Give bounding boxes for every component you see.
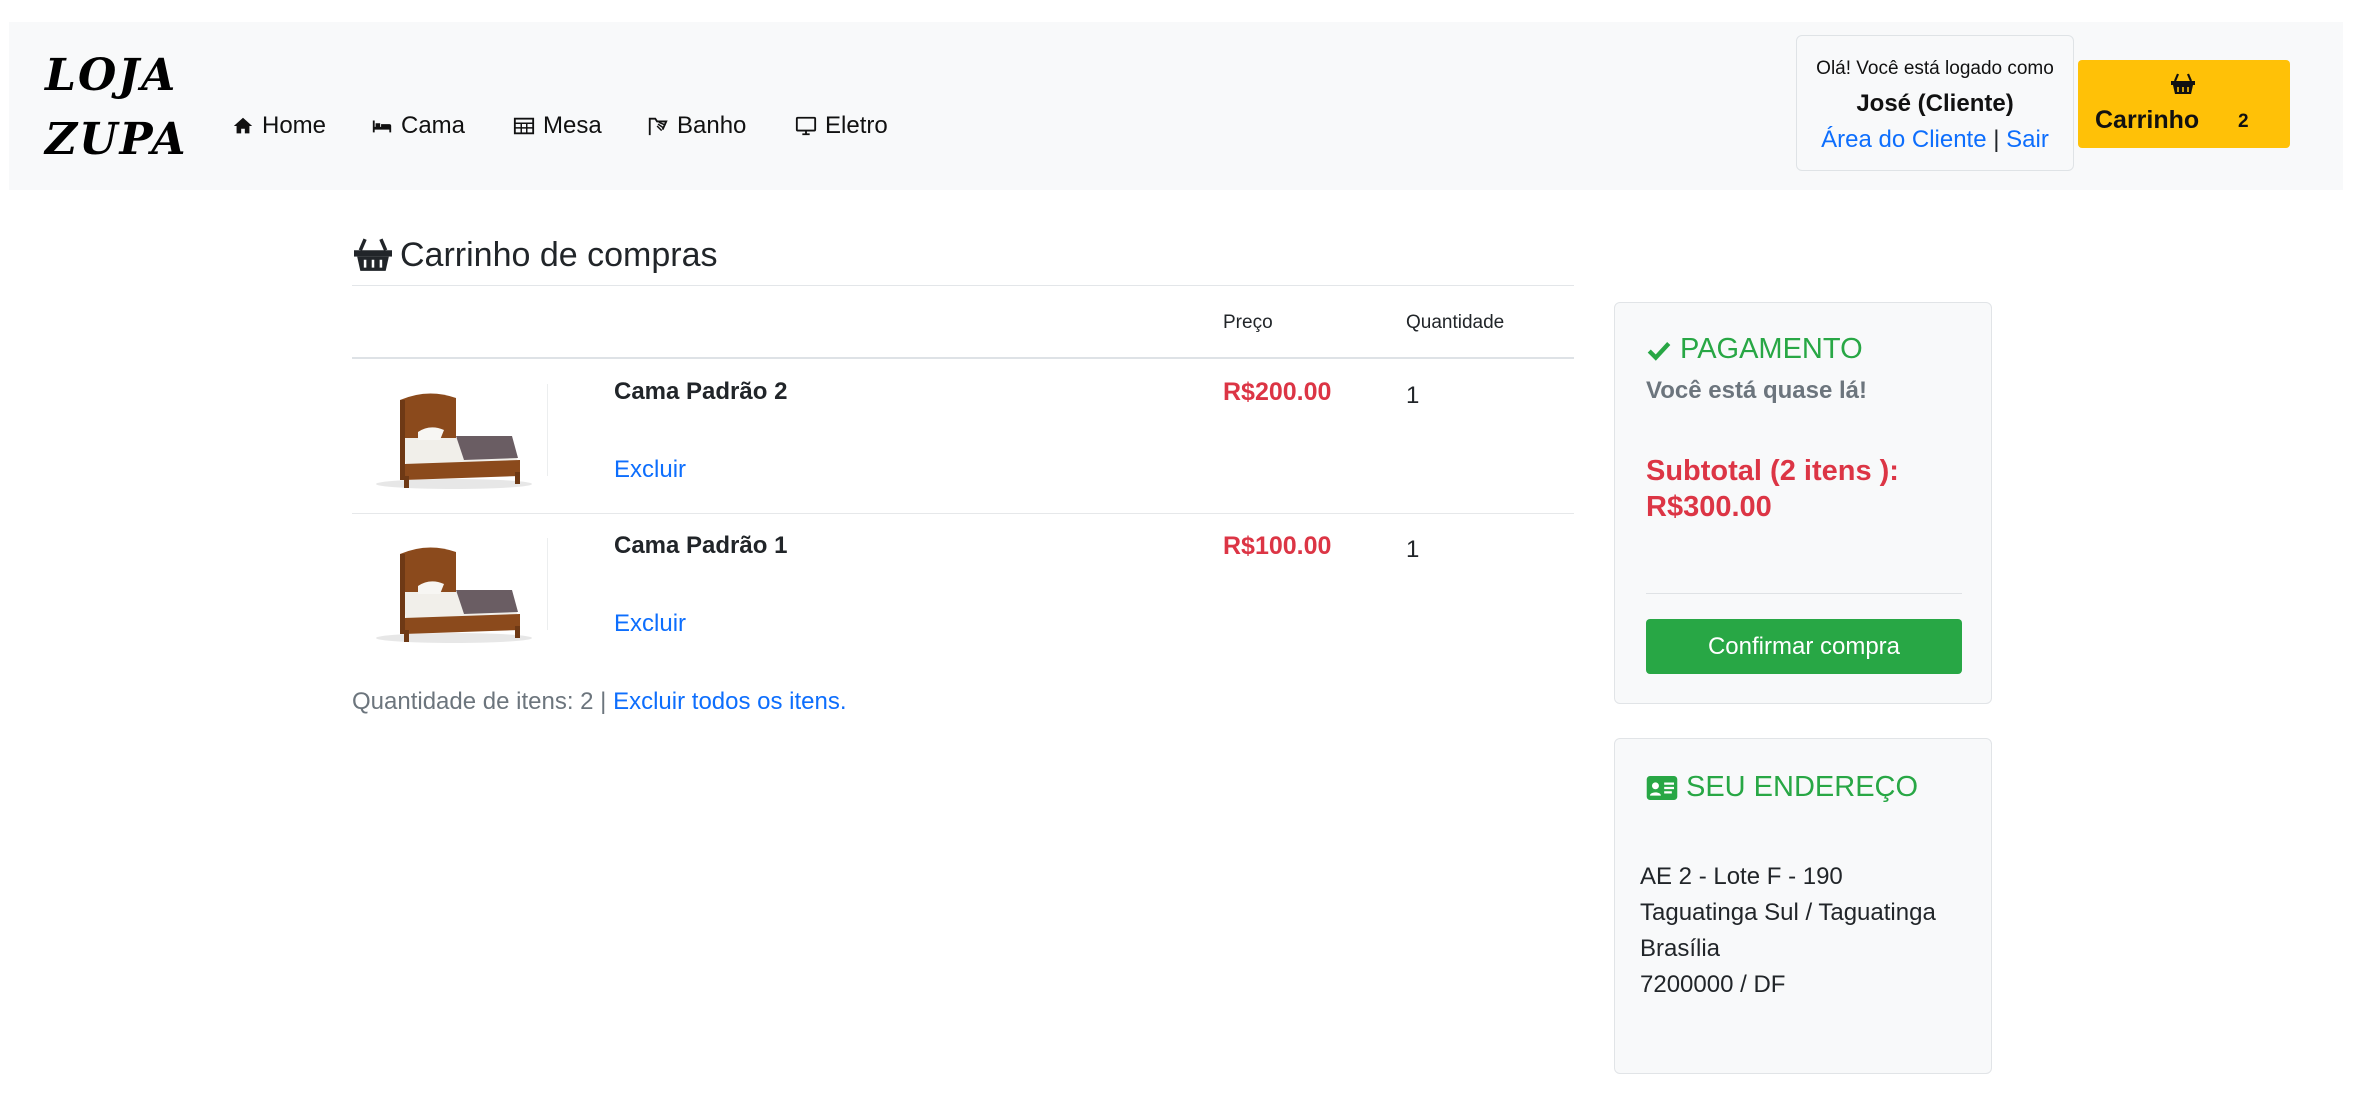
remove-all-link[interactable]: Excluir todos os itens. [613, 688, 846, 715]
confirm-purchase-button[interactable]: Confirmar compra [1646, 619, 1962, 674]
product-price: R$200.00 [1223, 378, 1332, 406]
basket-icon [2171, 73, 2195, 94]
desktop-icon [795, 116, 817, 136]
id-card-icon [1646, 775, 1678, 800]
cart-summary: Quantidade de itens: 2 | Excluir todos o… [352, 688, 847, 716]
payment-title: PAGAMENTO [1646, 333, 1863, 366]
nav-item-label: Cama [401, 112, 466, 139]
nav-item-home[interactable]: Home [232, 106, 326, 146]
item-count-text: Quantidade de itens: 2 | [352, 688, 607, 715]
payment-subtitle: Você está quase lá! [1646, 377, 1867, 404]
page-title: Carrinho de compras [352, 230, 717, 280]
logout-link[interactable]: Sair [2006, 126, 2049, 153]
address-line: Taguatinga Sul / Taguatinga [1640, 899, 1936, 926]
payment-card: PAGAMENTO Você está quase lá! Subtotal (… [1614, 302, 1992, 704]
image-divider [547, 384, 548, 476]
nav-item-banho[interactable]: Banho [647, 106, 746, 146]
product-name: Cama Padrão 2 [614, 378, 788, 405]
user-panel: Olá! Você está logado como José (Cliente… [1796, 35, 2074, 171]
title-divider [352, 285, 1574, 286]
image-divider [547, 538, 548, 630]
user-links: Área do Cliente | Sair [1797, 126, 2073, 154]
nav-item-cama[interactable]: Cama [371, 106, 465, 146]
nav-item-eletro[interactable]: Eletro [795, 106, 888, 146]
address-line: 7200000 / DF [1640, 971, 1786, 998]
shower-icon [648, 117, 668, 136]
user-name: José (Cliente) [1856, 90, 2014, 117]
column-header-quantity: Quantidade [1406, 312, 1505, 333]
payment-title-text: PAGAMENTO [1680, 333, 1863, 365]
product-price: R$100.00 [1223, 532, 1332, 560]
nav-item-label: Banho [677, 112, 747, 139]
address-title: SEU ENDEREÇO [1646, 771, 1918, 804]
product-quantity: 1 [1406, 536, 1420, 563]
payment-divider [1646, 593, 1962, 594]
column-header-price: Preço [1223, 312, 1273, 333]
table-header-divider [352, 357, 1574, 359]
page-title-text: Carrinho de compras [400, 235, 718, 274]
link-separator: | [1993, 126, 2000, 153]
brand-line-1: LOJA [45, 50, 178, 101]
brand-line-2: ZUPA [45, 114, 188, 165]
bed-icon [372, 120, 392, 133]
navbar: LOJA ZUPA Home Cama Mesa Banho Eletro Ol… [9, 22, 2343, 190]
nav-item-mesa[interactable]: Mesa [513, 106, 602, 146]
nav-item-label: Home [262, 112, 327, 139]
cart-count-badge: 2 [2238, 111, 2249, 132]
subtotal-label: Subtotal (2 itens ): [1646, 455, 1899, 487]
row-divider [352, 513, 1574, 514]
nav-item-label: Mesa [543, 112, 602, 139]
remove-item-link[interactable]: Excluir [614, 610, 686, 638]
product-quantity: 1 [1406, 382, 1420, 409]
subtotal-value: R$300.00 [1646, 491, 1772, 523]
home-icon [233, 117, 253, 134]
cart-button[interactable]: Carrinho 2 [2078, 60, 2290, 148]
address-card: SEU ENDEREÇO AE 2 - Lote F - 190 Taguati… [1614, 738, 1992, 1074]
brand-logo[interactable]: LOJA ZUPA [45, 44, 188, 172]
check-icon [1647, 341, 1671, 361]
subtotal: Subtotal (2 itens ): R$300.00 [1646, 453, 1966, 525]
address-line: AE 2 - Lote F - 190 [1640, 863, 1843, 890]
product-image [376, 393, 532, 489]
cart-button-label: Carrinho [2095, 106, 2200, 134]
address-lines: AE 2 - Lote F - 190 Taguatinga Sul / Tag… [1640, 859, 1936, 1003]
table-icon [513, 117, 535, 135]
remove-item-link[interactable]: Excluir [614, 456, 686, 484]
basket-icon [354, 238, 392, 271]
address-line: Brasília [1640, 935, 1721, 962]
client-area-link[interactable]: Área do Cliente [1821, 126, 1986, 153]
product-name: Cama Padrão 1 [614, 532, 788, 559]
address-title-text: SEU ENDEREÇO [1686, 771, 1919, 803]
user-greeting: Olá! Você está logado como [1816, 58, 2054, 79]
nav-item-label: Eletro [825, 112, 888, 139]
product-image [376, 547, 532, 643]
